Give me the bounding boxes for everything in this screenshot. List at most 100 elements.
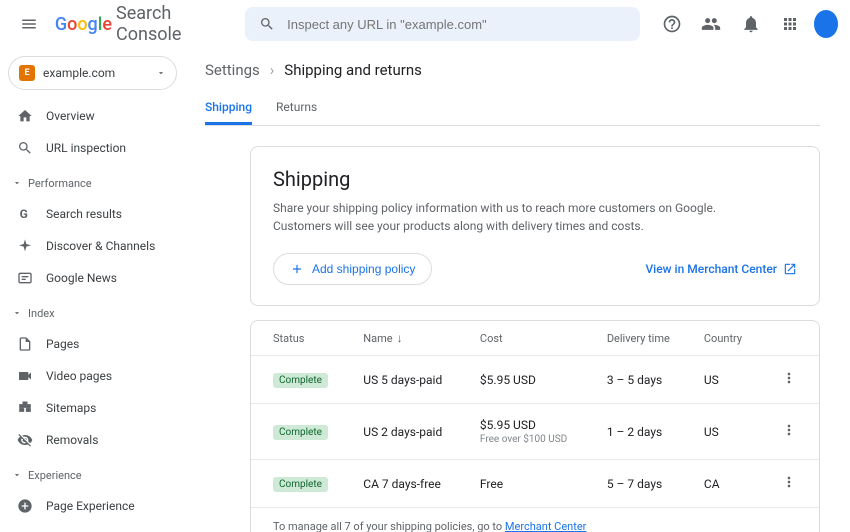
sitemap-icon (17, 400, 33, 416)
cell-cost: $5.95 USD (472, 356, 599, 404)
nav-section-label: Performance (28, 177, 92, 190)
property-name: example.com (43, 66, 148, 80)
help-button[interactable] (656, 6, 687, 42)
nav-google-news[interactable]: Google News (8, 262, 177, 294)
nav-section-label: Index (28, 307, 55, 320)
table-row[interactable]: Complete US 5 days-paid$5.95 USD3 – 5 day… (251, 356, 819, 404)
nav-label: Pages (46, 337, 79, 351)
nav-label: Removals (46, 433, 98, 447)
url-inspect-search[interactable] (245, 7, 640, 41)
nav-discover[interactable]: Discover & Channels (8, 230, 177, 262)
table-row[interactable]: CompleteCA 7 days-freeFree5 – 7 daysCA (251, 460, 819, 508)
chevron-down-icon (12, 308, 22, 318)
col-delivery-time[interactable]: Delivery time (599, 321, 696, 356)
cell-name: US 5 days-paid (355, 356, 472, 404)
nav-page-experience[interactable]: Page Experience (8, 490, 177, 522)
open-in-new-icon (783, 262, 797, 276)
bell-icon (741, 14, 761, 34)
shipping-policies-table: Status Name↓ Cost Delivery time Country … (251, 321, 819, 508)
breadcrumb-current: Shipping and returns (284, 61, 422, 79)
home-icon (17, 108, 33, 124)
property-selector[interactable]: E example.com (8, 56, 177, 90)
nav-section-experience[interactable]: Experience (8, 460, 177, 490)
nav-label: Google News (46, 271, 117, 285)
nav-label: Overview (46, 109, 95, 123)
sidebar: E example.com Overview URL inspection Pe… (0, 48, 185, 532)
col-name[interactable]: Name↓ (355, 321, 472, 356)
users-button[interactable] (696, 6, 727, 42)
nav-removals[interactable]: Removals (8, 424, 177, 456)
row-menu-button[interactable] (781, 422, 797, 438)
merchant-center-link[interactable]: Merchant Center (505, 520, 587, 532)
col-country[interactable]: Country (696, 321, 763, 356)
search-icon (17, 140, 33, 156)
chevron-right-icon: › (270, 61, 275, 79)
cell-name: CA 7 days-free (355, 460, 472, 508)
search-input[interactable] (287, 17, 626, 32)
cell-delivery: 5 – 7 days (599, 460, 696, 508)
breadcrumb-settings[interactable]: Settings (205, 61, 260, 79)
nav-video-pages[interactable]: Video pages (8, 360, 177, 392)
plus-icon (290, 262, 304, 276)
hamburger-menu[interactable] (12, 4, 47, 44)
col-status[interactable]: Status (251, 321, 355, 356)
nav-pages[interactable]: Pages (8, 328, 177, 360)
nav-search-results[interactable]: G Search results (8, 198, 177, 230)
people-icon (701, 14, 721, 34)
google-logo-icon: Google (55, 14, 112, 35)
cell-delivery: 3 – 5 days (599, 356, 696, 404)
cell-country: US (696, 356, 763, 404)
view-merchant-center-link[interactable]: View in Merchant Center (645, 262, 797, 276)
property-badge-icon: E (19, 65, 35, 81)
tab-shipping[interactable]: Shipping (205, 92, 252, 125)
video-icon (17, 368, 33, 384)
col-cost[interactable]: Cost (472, 321, 599, 356)
row-menu-button[interactable] (781, 370, 797, 386)
nav-section-index[interactable]: Index (8, 298, 177, 328)
table-footer-note: To manage all 7 of your shipping policie… (251, 508, 819, 532)
google-g-icon: G (17, 206, 33, 222)
page-icon (17, 336, 33, 352)
nav-label: Discover & Channels (46, 239, 155, 253)
cell-cost: $5.95 USDFree over $100 USD (472, 404, 599, 460)
row-menu-button[interactable] (781, 474, 797, 490)
plus-circle-icon (17, 498, 33, 514)
chevron-down-icon (12, 470, 22, 480)
cell-country: CA (696, 460, 763, 508)
more-vert-icon (781, 370, 797, 386)
logo: Google Search Console (55, 3, 217, 45)
chevron-down-icon (12, 178, 22, 188)
nav-label: Sitemaps (46, 401, 96, 415)
card-title: Shipping (273, 167, 797, 191)
apps-icon (781, 15, 799, 33)
nav-section-performance[interactable]: Performance (8, 168, 177, 198)
account-avatar[interactable] (814, 10, 838, 38)
nav-label: Page Experience (46, 499, 135, 513)
nav-url-inspection[interactable]: URL inspection (8, 132, 177, 164)
cell-delivery: 1 – 2 days (599, 404, 696, 460)
apps-button[interactable] (774, 6, 805, 42)
search-icon (259, 16, 275, 32)
nav-label: URL inspection (46, 141, 126, 155)
nav-core-web-vitals[interactable]: Core Web Vitals (8, 522, 177, 532)
shipping-card: Shipping Share your shipping policy info… (250, 146, 820, 306)
status-badge: Complete (273, 425, 328, 440)
nav-overview[interactable]: Overview (8, 100, 177, 132)
news-icon (17, 270, 33, 286)
chevron-down-icon (156, 68, 166, 78)
add-shipping-policy-button[interactable]: Add shipping policy (273, 253, 432, 285)
shipping-table-card: Status Name↓ Cost Delivery time Country … (250, 320, 820, 532)
tab-returns[interactable]: Returns (276, 92, 317, 125)
notifications-button[interactable] (735, 6, 766, 42)
visibility-off-icon (17, 432, 33, 448)
table-row[interactable]: Complete US 2 days-paid$5.95 USDFree over… (251, 404, 819, 460)
nav-sitemaps[interactable]: Sitemaps (8, 392, 177, 424)
sort-down-icon: ↓ (397, 331, 403, 345)
card-description: Share your shipping policy information w… (273, 199, 797, 235)
nav-label: Search results (46, 207, 122, 221)
status-badge: Complete (273, 373, 328, 388)
product-name: Search Console (116, 3, 217, 45)
help-icon (662, 14, 682, 34)
cell-name: US 2 days-paid (355, 404, 472, 460)
menu-icon (20, 15, 38, 33)
